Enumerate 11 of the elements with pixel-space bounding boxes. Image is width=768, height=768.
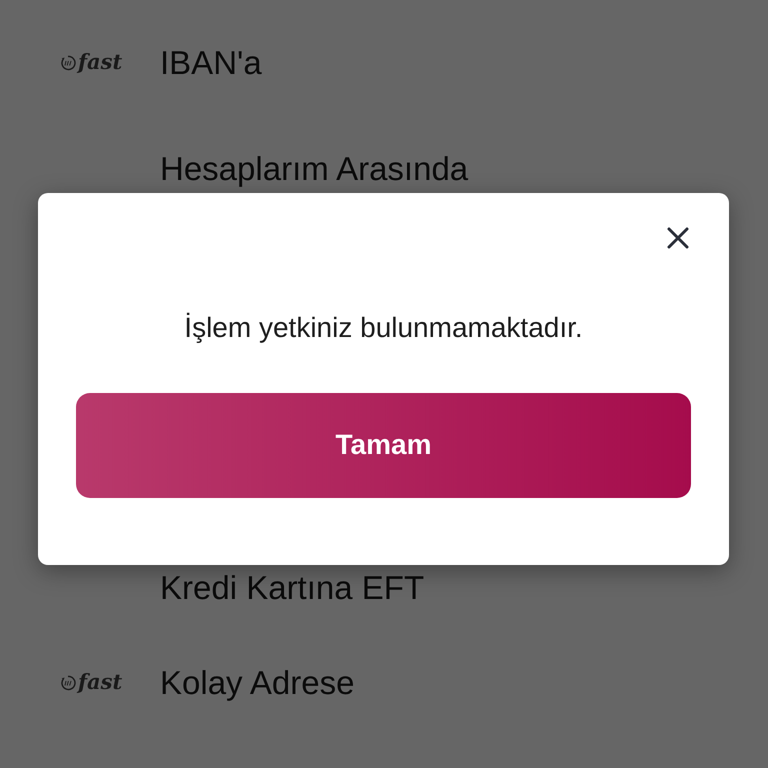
transfer-option[interactable]: IBAN'a <box>160 44 262 82</box>
circular-arrow-icon <box>60 675 76 691</box>
close-icon[interactable] <box>667 227 689 249</box>
logo-text: fast <box>78 51 122 75</box>
transfer-option[interactable]: Hesaplarım Arasında <box>160 150 468 188</box>
ok-button[interactable]: Tamam <box>76 392 691 498</box>
dialog-message: İşlem yetkiniz bulunmamaktadır. <box>183 311 584 345</box>
logo-text: fast <box>78 671 122 695</box>
transfer-option[interactable]: Kolay Adrese <box>160 664 354 702</box>
circular-arrow-icon <box>60 55 76 71</box>
transfer-option[interactable]: Kredi Kartına EFT <box>160 570 424 606</box>
